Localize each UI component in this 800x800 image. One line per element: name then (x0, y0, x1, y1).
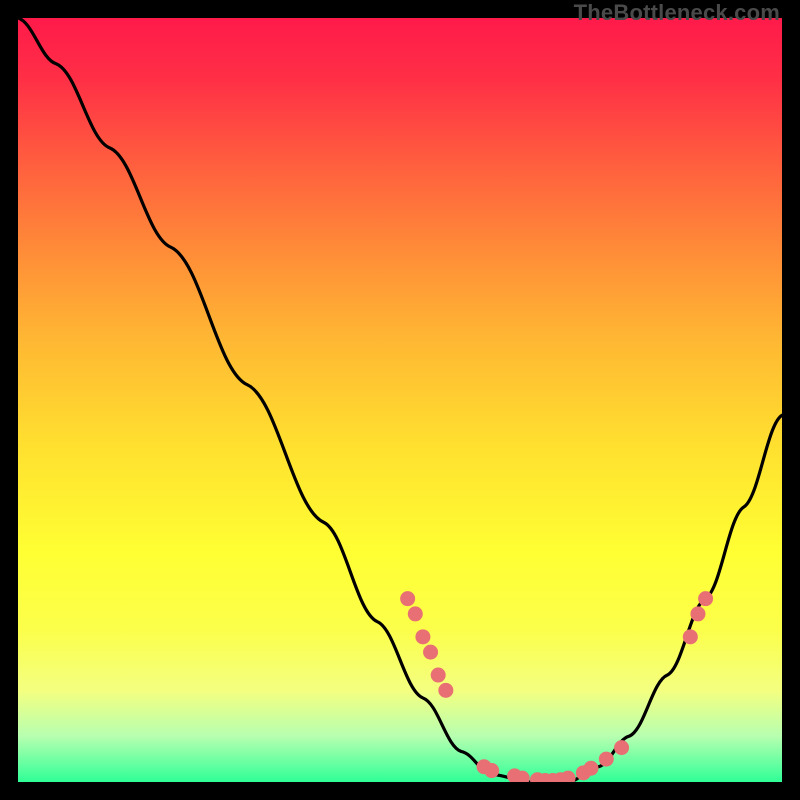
data-marker (438, 683, 453, 698)
data-marker (561, 771, 576, 782)
chart-svg (18, 18, 782, 782)
data-marker (484, 763, 499, 778)
data-marker (431, 668, 446, 683)
data-marker (614, 740, 629, 755)
data-marker (415, 629, 430, 644)
data-marker (690, 606, 705, 621)
data-marker (584, 761, 599, 776)
data-marker (698, 591, 713, 606)
data-markers (400, 591, 713, 782)
data-marker (423, 645, 438, 660)
data-marker (400, 591, 415, 606)
attribution-label: TheBottleneck.com (574, 0, 780, 26)
chart-frame (18, 18, 782, 782)
data-marker (683, 629, 698, 644)
data-marker (599, 752, 614, 767)
bottleneck-curve (18, 18, 782, 782)
data-marker (408, 606, 423, 621)
